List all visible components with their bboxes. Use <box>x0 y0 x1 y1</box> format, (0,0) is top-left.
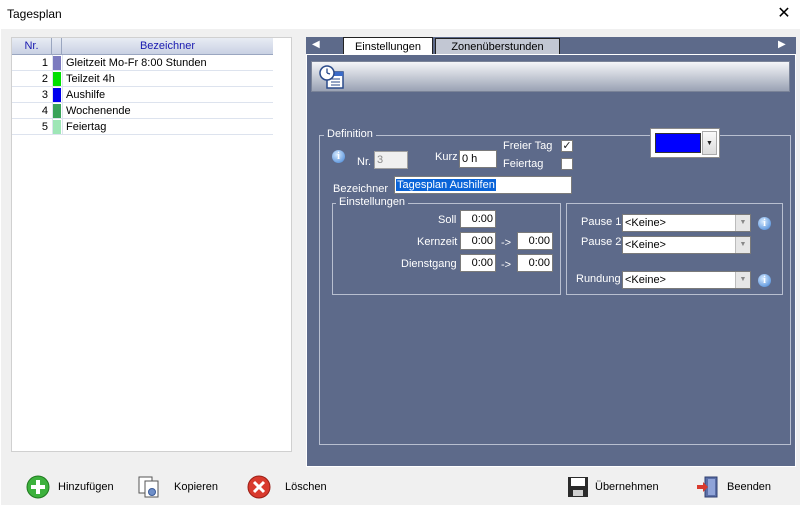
tab-scroll-left-icon[interactable]: ◀ <box>312 39 320 50</box>
window-title: Tagesplan <box>7 7 62 21</box>
column-header-nr[interactable]: Nr. <box>12 38 52 55</box>
pause1-select[interactable]: <Keine> ▼ <box>622 214 751 232</box>
table-row[interactable]: 4 Wochenende <box>12 103 273 119</box>
freier-tag-checkbox[interactable]: ✓ <box>561 140 573 152</box>
copy-button[interactable]: Kopieren <box>137 475 219 501</box>
rundung-info-icon[interactable]: i <box>758 274 771 287</box>
row-name: Wochenende <box>66 105 131 117</box>
add-icon <box>26 475 50 499</box>
day-schedule-icon[interactable] <box>318 64 346 90</box>
rundung-value: <Keine> <box>625 274 666 286</box>
delete-button[interactable]: Löschen <box>247 475 329 501</box>
kernzeit-label: Kernzeit <box>417 236 458 248</box>
color-swatch <box>655 133 701 153</box>
panel-toolbar <box>311 61 790 92</box>
chevron-down-icon[interactable]: ▼ <box>735 272 750 288</box>
pause2-select[interactable]: <Keine> ▼ <box>622 236 751 254</box>
column-header-color[interactable] <box>52 38 62 55</box>
table-row[interactable]: 1 Gleitzeit Mo-Fr 8:00 Stunden <box>12 55 273 71</box>
dienstgang-label: Dienstgang <box>401 258 457 270</box>
chevron-down-icon[interactable]: ▼ <box>735 237 750 253</box>
pause1-value: <Keine> <box>625 217 666 229</box>
rundung-select[interactable]: <Keine> ▼ <box>622 271 751 289</box>
copy-icon <box>138 476 159 498</box>
delete-icon <box>247 475 271 499</box>
table-row[interactable]: 2 Teilzeit 4h <box>12 71 273 87</box>
add-button-label: Hinzufügen <box>58 481 114 493</box>
chevron-down-icon[interactable]: ▼ <box>702 131 717 155</box>
soll-label: Soll <box>438 214 457 226</box>
bottom-toolbar: Hinzufügen Kopieren Löschen Übernehmen B… <box>1 469 800 505</box>
column-header-name[interactable]: Bezeichner <box>62 38 273 55</box>
apply-button[interactable]: Übernehmen <box>566 475 662 501</box>
tab-einstellungen[interactable]: Einstellungen <box>343 37 433 55</box>
close-button[interactable]: ✕ <box>773 3 795 25</box>
settings-legend: Einstellungen <box>336 196 409 208</box>
row-nr: 2 <box>41 73 48 85</box>
kurz-label: Kurz <box>435 151 458 163</box>
pause2-value: <Keine> <box>625 239 666 251</box>
copy-button-label: Kopieren <box>174 481 219 493</box>
row-color-swatch <box>53 88 61 102</box>
apply-button-label: Übernehmen <box>595 481 659 493</box>
tab-zonenueberstunden[interactable]: Zonenüberstunden <box>435 38 560 54</box>
exit-door-icon <box>697 476 718 498</box>
kernzeit-from-field[interactable]: 0:00 <box>460 232 496 250</box>
rundung-label: Rundung <box>576 273 621 285</box>
grid-header: Nr. Bezeichner <box>12 38 273 55</box>
dienstgang-arrow: -> <box>501 259 512 271</box>
chevron-down-icon[interactable]: ▼ <box>735 215 750 231</box>
nr-field: 3 <box>374 151 408 169</box>
table-row[interactable]: 3 Aushilfe <box>12 87 273 103</box>
row-color-swatch <box>53 72 61 86</box>
exit-button-label: Beenden <box>727 481 772 493</box>
bezeichner-label: Bezeichner <box>333 183 389 195</box>
row-name: Gleitzeit Mo-Fr 8:00 Stunden <box>66 57 207 69</box>
title-bar: Tagesplan ✕ <box>0 0 801 29</box>
pause1-info-icon[interactable]: i <box>758 217 771 230</box>
freier-tag-label: Freier Tag <box>503 140 553 152</box>
delete-button-label: Löschen <box>285 481 327 493</box>
kernzeit-arrow: -> <box>501 237 512 249</box>
window-client: Nr. Bezeichner 1 Gleitzeit Mo-Fr 8:00 St… <box>1 29 800 505</box>
row-color-swatch <box>53 56 61 70</box>
color-picker[interactable]: ▼ <box>650 128 720 158</box>
row-nr: 5 <box>41 121 48 133</box>
dienstgang-to-field[interactable]: 0:00 <box>517 254 553 272</box>
bezeichner-value: Tagesplan Aushilfen <box>396 179 496 191</box>
bezeichner-field[interactable]: Tagesplan Aushilfen <box>394 176 572 194</box>
row-name: Feiertag <box>66 121 107 133</box>
save-icon <box>568 477 588 497</box>
pause2-label: Pause 2 <box>581 236 622 248</box>
day-plan-grid: Nr. Bezeichner 1 Gleitzeit Mo-Fr 8:00 St… <box>11 37 292 452</box>
row-name: Teilzeit 4h <box>66 73 115 85</box>
exit-button[interactable]: Beenden <box>696 475 776 501</box>
row-nr: 3 <box>41 89 48 101</box>
dienstgang-from-field[interactable]: 0:00 <box>460 254 496 272</box>
feiertag-checkbox[interactable] <box>561 158 573 170</box>
soll-field[interactable]: 0:00 <box>460 210 496 228</box>
feiertag-label: Feiertag <box>503 158 544 170</box>
row-color-swatch <box>53 104 61 118</box>
row-name: Aushilfe <box>66 89 106 101</box>
definition-info-icon[interactable]: i <box>332 150 345 163</box>
tab-scroll-right-icon[interactable]: ▶ <box>778 39 786 50</box>
row-color-swatch <box>53 120 61 134</box>
kurz-field[interactable]: 0 h <box>459 150 497 168</box>
table-row[interactable]: 5 Feiertag <box>12 119 273 135</box>
row-nr: 1 <box>41 57 48 69</box>
nr-label: Nr. <box>357 156 372 168</box>
row-nr: 4 <box>41 105 48 117</box>
tab-content: Definition i Nr. 3 Kurz 0 h Freier Tag ✓… <box>306 54 796 467</box>
definition-legend: Definition <box>324 128 376 140</box>
details-panel: ◀ ▶ Einstellungen Zonenüberstunden Defin… <box>306 37 796 467</box>
pause1-label: Pause 1 <box>581 216 622 228</box>
kernzeit-to-field[interactable]: 0:00 <box>517 232 553 250</box>
add-button[interactable]: Hinzufügen <box>26 475 116 501</box>
